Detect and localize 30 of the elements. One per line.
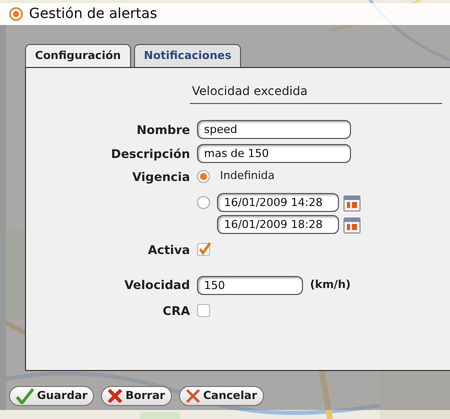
- field-label: Activa: [146, 242, 190, 258]
- calendar-icon[interactable]: [343, 192, 361, 212]
- target-icon: [9, 7, 23, 21]
- field-label: Vigencia: [131, 169, 190, 186]
- text-field[interactable]: speed: [197, 120, 351, 139]
- radio-button[interactable]: [197, 196, 210, 208]
- unit-label: (km/h): [310, 276, 351, 293]
- field-label: CRA: [162, 302, 190, 320]
- action-button[interactable]: Borrar: [101, 386, 172, 406]
- tab[interactable]: Configuración: [25, 44, 131, 68]
- tab[interactable]: Notificaciones: [134, 44, 242, 67]
- checkmark-icon: [16, 388, 34, 404]
- calendar-icon[interactable]: [343, 214, 361, 234]
- radio-label: Indefinida: [220, 168, 275, 184]
- action-button[interactable]: Guardar: [9, 386, 94, 406]
- field-label: Descripción: [110, 146, 190, 162]
- field-label: Nombre: [136, 122, 190, 138]
- radio-button[interactable]: [197, 170, 210, 183]
- action-button[interactable]: Cancelar: [179, 386, 264, 406]
- x-icon: [108, 389, 122, 403]
- checkbox[interactable]: [197, 243, 210, 256]
- checkbox[interactable]: [197, 304, 210, 317]
- text-field[interactable]: mas de 150: [197, 144, 351, 163]
- text-field[interactable]: 150: [197, 276, 303, 294]
- x-icon: [186, 389, 200, 403]
- field-label: Velocidad: [123, 277, 190, 294]
- text-field[interactable]: 16/01/2009 14:28: [217, 192, 339, 212]
- text-field[interactable]: 16/01/2009 18:28: [217, 214, 339, 234]
- window-title: Gestión de alertas: [29, 4, 158, 24]
- section-title: Velocidad excedida: [190, 82, 442, 104]
